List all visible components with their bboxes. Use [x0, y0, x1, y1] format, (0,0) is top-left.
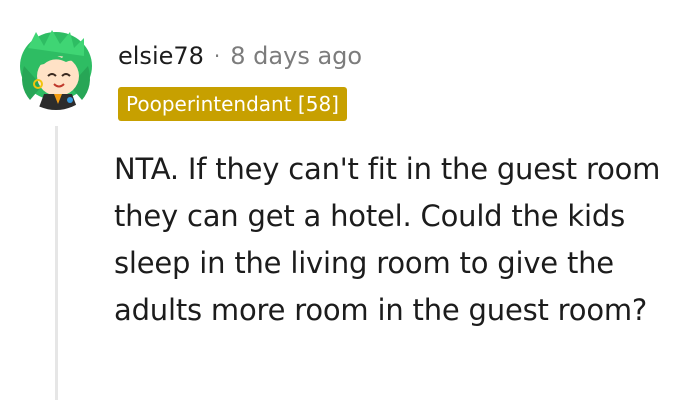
comment-body: NTA. If they can't fit in the guest room… — [114, 152, 661, 327]
timestamp[interactable]: 8 days ago — [230, 42, 362, 70]
avatar-character-icon — [20, 30, 92, 110]
separator-dot: · — [213, 44, 221, 68]
thread-line[interactable] — [55, 126, 58, 400]
username[interactable]: elsie78 — [118, 42, 204, 70]
user-flair: Pooperintendant [58] — [118, 87, 347, 121]
comment: elsie78 · 8 days ago Pooperintendant [58… — [0, 0, 700, 400]
avatar[interactable] — [14, 26, 98, 110]
comment-meta: elsie78 · 8 days ago — [118, 38, 362, 74]
